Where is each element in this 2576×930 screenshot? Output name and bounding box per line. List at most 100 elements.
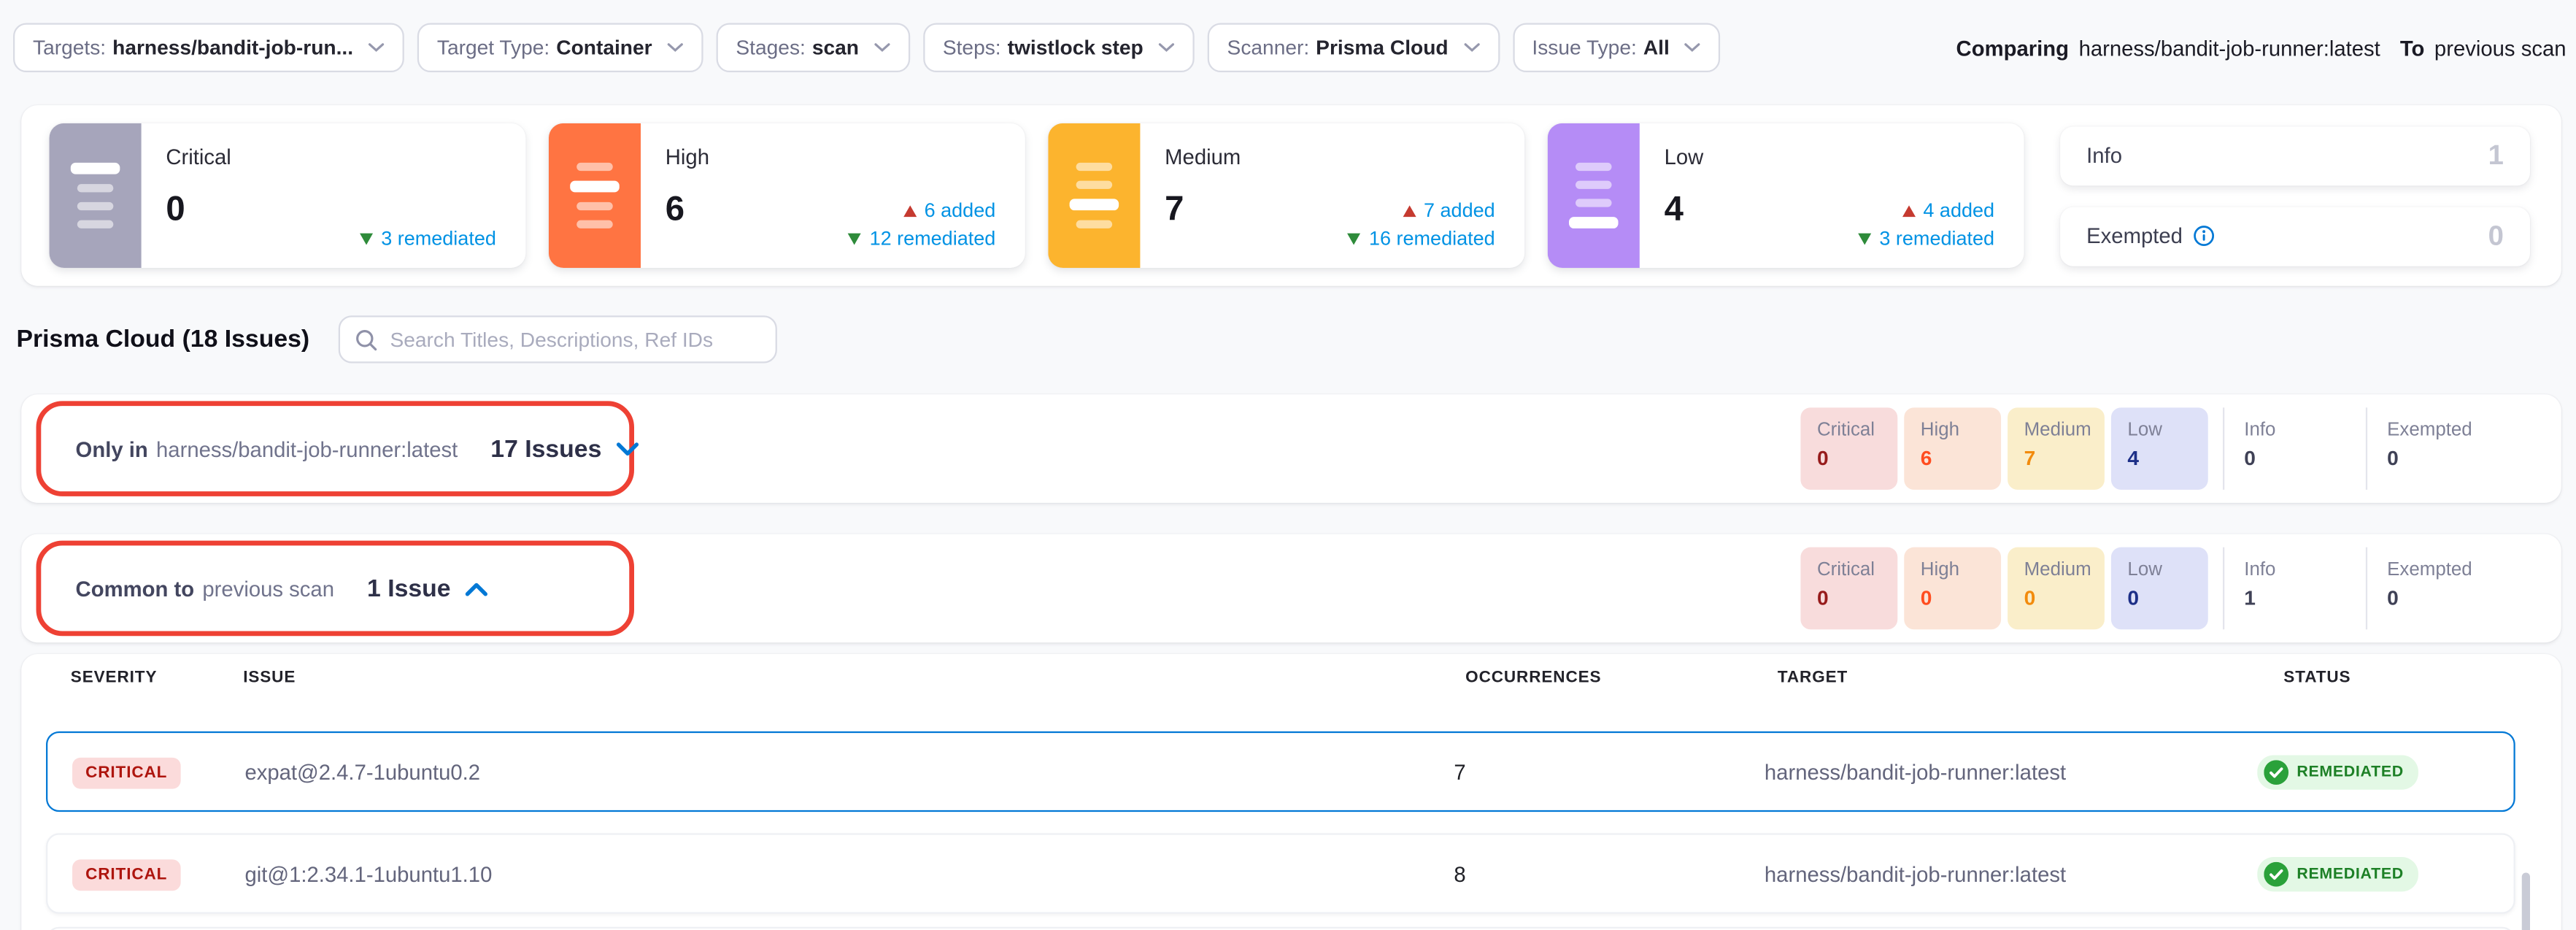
chevron-up-icon[interactable]: [466, 581, 489, 596]
column-header-severity: SEVERITY: [71, 669, 158, 687]
remediated-delta: 3 remediated: [360, 227, 496, 250]
status-badge: REMEDIATED: [2257, 754, 2418, 788]
chip-exempted: Exempted 0: [2366, 407, 2509, 490]
comparison-text: Comparing harness/bandit-job-runner:lates…: [1956, 36, 2567, 61]
chip-high: High 6: [1904, 407, 2001, 490]
severity-gauge-icon: [1048, 123, 1140, 268]
section-label-target: harness/bandit-job-runner:latest: [156, 437, 458, 461]
severity-card-low: Low 4 4 added 3 remediated: [1548, 123, 2024, 268]
filter-value: harness/bandit-job-run...: [112, 36, 353, 60]
filter-issue-type[interactable]: Issue Type: All: [1512, 23, 1720, 73]
info-label: Info: [2086, 143, 2122, 168]
table-header: SEVERITY ISSUE OCCURRENCES TARGET STATUS: [21, 669, 2561, 695]
search-box: [339, 315, 778, 363]
chip-critical: Critical 0: [1800, 547, 1897, 630]
filter-steps[interactable]: Steps: twistlock step: [923, 23, 1195, 73]
filter-target-type[interactable]: Target Type: Container: [417, 23, 703, 73]
filter-bar: Targets: harness/bandit-job-run... Targe…: [13, 23, 1721, 73]
triangle-up-icon: [1403, 204, 1416, 216]
section-common-to: Common to previous scan 1 Issue Critical…: [21, 534, 2561, 643]
triangle-down-icon: [1858, 233, 1871, 245]
column-header-issue: ISSUE: [243, 669, 296, 687]
filter-label: Target Type:: [437, 36, 549, 60]
severity-gauge-icon: [50, 123, 142, 268]
section-issue-count: 1 Issue: [367, 574, 451, 602]
severity-badge: CRITICAL: [72, 858, 180, 890]
triangle-down-icon: [360, 233, 373, 245]
filter-scanner[interactable]: Scanner: Prisma Cloud: [1208, 23, 1500, 73]
triangle-down-icon: [848, 233, 861, 245]
filter-label: Targets:: [33, 36, 106, 60]
remediated-delta: 3 remediated: [1858, 227, 1994, 250]
severity-card-high: High 6 6 added 12 remediated: [549, 123, 1025, 268]
remediated-delta: 16 remediated: [1348, 227, 1495, 250]
check-circle-icon: [2264, 759, 2288, 784]
filter-label: Issue Type:: [1532, 36, 1636, 60]
issues-table: SEVERITY ISSUE OCCURRENCES TARGET STATUS…: [21, 654, 2561, 930]
section-only-in-toggle[interactable]: Only in harness/bandit-job-runner:latest…: [76, 394, 640, 503]
info-icon[interactable]: [2192, 225, 2213, 246]
chip-info: Info 1: [2223, 547, 2366, 630]
comparing-baseline: previous scan: [2434, 36, 2567, 61]
filter-value: Container: [556, 36, 652, 60]
chevron-down-icon: [1158, 43, 1175, 53]
exempted-label: Exempted: [2086, 223, 2183, 248]
chip-high: High 0: [1904, 547, 2001, 630]
target-cell: harness/bandit-job-runner:latest: [1765, 861, 2066, 886]
severity-gauge-icon: [1548, 123, 1640, 268]
filter-label: Steps:: [943, 36, 1001, 60]
section-only-in: Only in harness/bandit-job-runner:latest…: [21, 394, 2561, 503]
chevron-down-icon: [1463, 43, 1480, 53]
severity-chips: Critical 0 High 6 Medium 7 Low 4 Info 0 …: [1800, 407, 2508, 490]
search-input[interactable]: [390, 328, 761, 351]
issue-cell: git@1:2.34.1-1ubuntu1.10: [244, 861, 492, 886]
added-delta: 6 added: [903, 199, 995, 222]
chevron-down-icon: [874, 43, 890, 53]
remediated-delta: 12 remediated: [848, 227, 995, 250]
comparing-label: Comparing: [1956, 36, 2069, 61]
filter-label: Stages:: [736, 36, 805, 60]
added-delta: 7 added: [1403, 199, 1495, 222]
scan-comparison-page: Targets: harness/bandit-job-run... Targe…: [0, 0, 2576, 930]
chip-exempted: Exempted 0: [2366, 547, 2509, 630]
chip-critical: Critical 0: [1800, 407, 1897, 490]
section-label-target: previous scan: [202, 576, 334, 601]
section-label-bold: Common to: [76, 576, 195, 601]
severity-card-critical: Critical 0 3 remediated: [50, 123, 526, 268]
triangle-up-icon: [903, 204, 916, 216]
scrollbar-thumb[interactable]: [2522, 872, 2530, 930]
filter-value: Prisma Cloud: [1316, 36, 1448, 60]
severity-card-count: 4: [1665, 191, 1704, 230]
severity-card-title: Critical: [166, 145, 231, 169]
severity-card-title: Low: [1665, 145, 1704, 169]
table-row-partial[interactable]: [46, 927, 2515, 930]
occurrences-cell: 7: [1454, 759, 1465, 784]
comparing-target: harness/bandit-job-runner:latest: [2079, 36, 2380, 61]
column-header-target: TARGET: [1778, 669, 1848, 687]
severity-summary-panel: Critical 0 3 remediated High 6 6 added 1…: [21, 105, 2561, 286]
chip-medium: Medium 7: [2008, 407, 2105, 490]
table-row[interactable]: CRITICAL expat@2.4.7-1ubuntu0.2 7 harnes…: [46, 731, 2515, 812]
chevron-down-icon: [1684, 43, 1701, 53]
filter-value: All: [1643, 36, 1670, 60]
info-count: 1: [2488, 139, 2504, 172]
filter-value: twistlock step: [1008, 36, 1144, 60]
table-row[interactable]: CRITICAL git@1:2.34.1-1ubuntu1.10 8 harn…: [46, 833, 2515, 913]
exempted-card: Exempted 0: [2060, 207, 2530, 266]
severity-card-title: High: [666, 145, 709, 169]
section-common-to-toggle[interactable]: Common to previous scan 1 Issue: [76, 534, 489, 643]
severity-card-count: 7: [1165, 191, 1241, 230]
column-header-status: STATUS: [2283, 669, 2351, 687]
severity-gauge-icon: [549, 123, 641, 268]
filter-stages[interactable]: Stages: scan: [716, 23, 909, 73]
filter-targets[interactable]: Targets: harness/bandit-job-run...: [13, 23, 404, 73]
issue-cell: expat@2.4.7-1ubuntu0.2: [244, 759, 480, 784]
exempted-count: 0: [2488, 220, 2504, 253]
chip-low: Low 0: [2111, 547, 2208, 630]
added-delta: 4 added: [1902, 199, 1994, 222]
severity-card-count: 6: [666, 191, 709, 230]
severity-card-count: 0: [166, 191, 231, 230]
search-icon: [355, 328, 379, 351]
chevron-down-icon[interactable]: [617, 441, 640, 456]
info-card: Info 1: [2060, 126, 2530, 185]
